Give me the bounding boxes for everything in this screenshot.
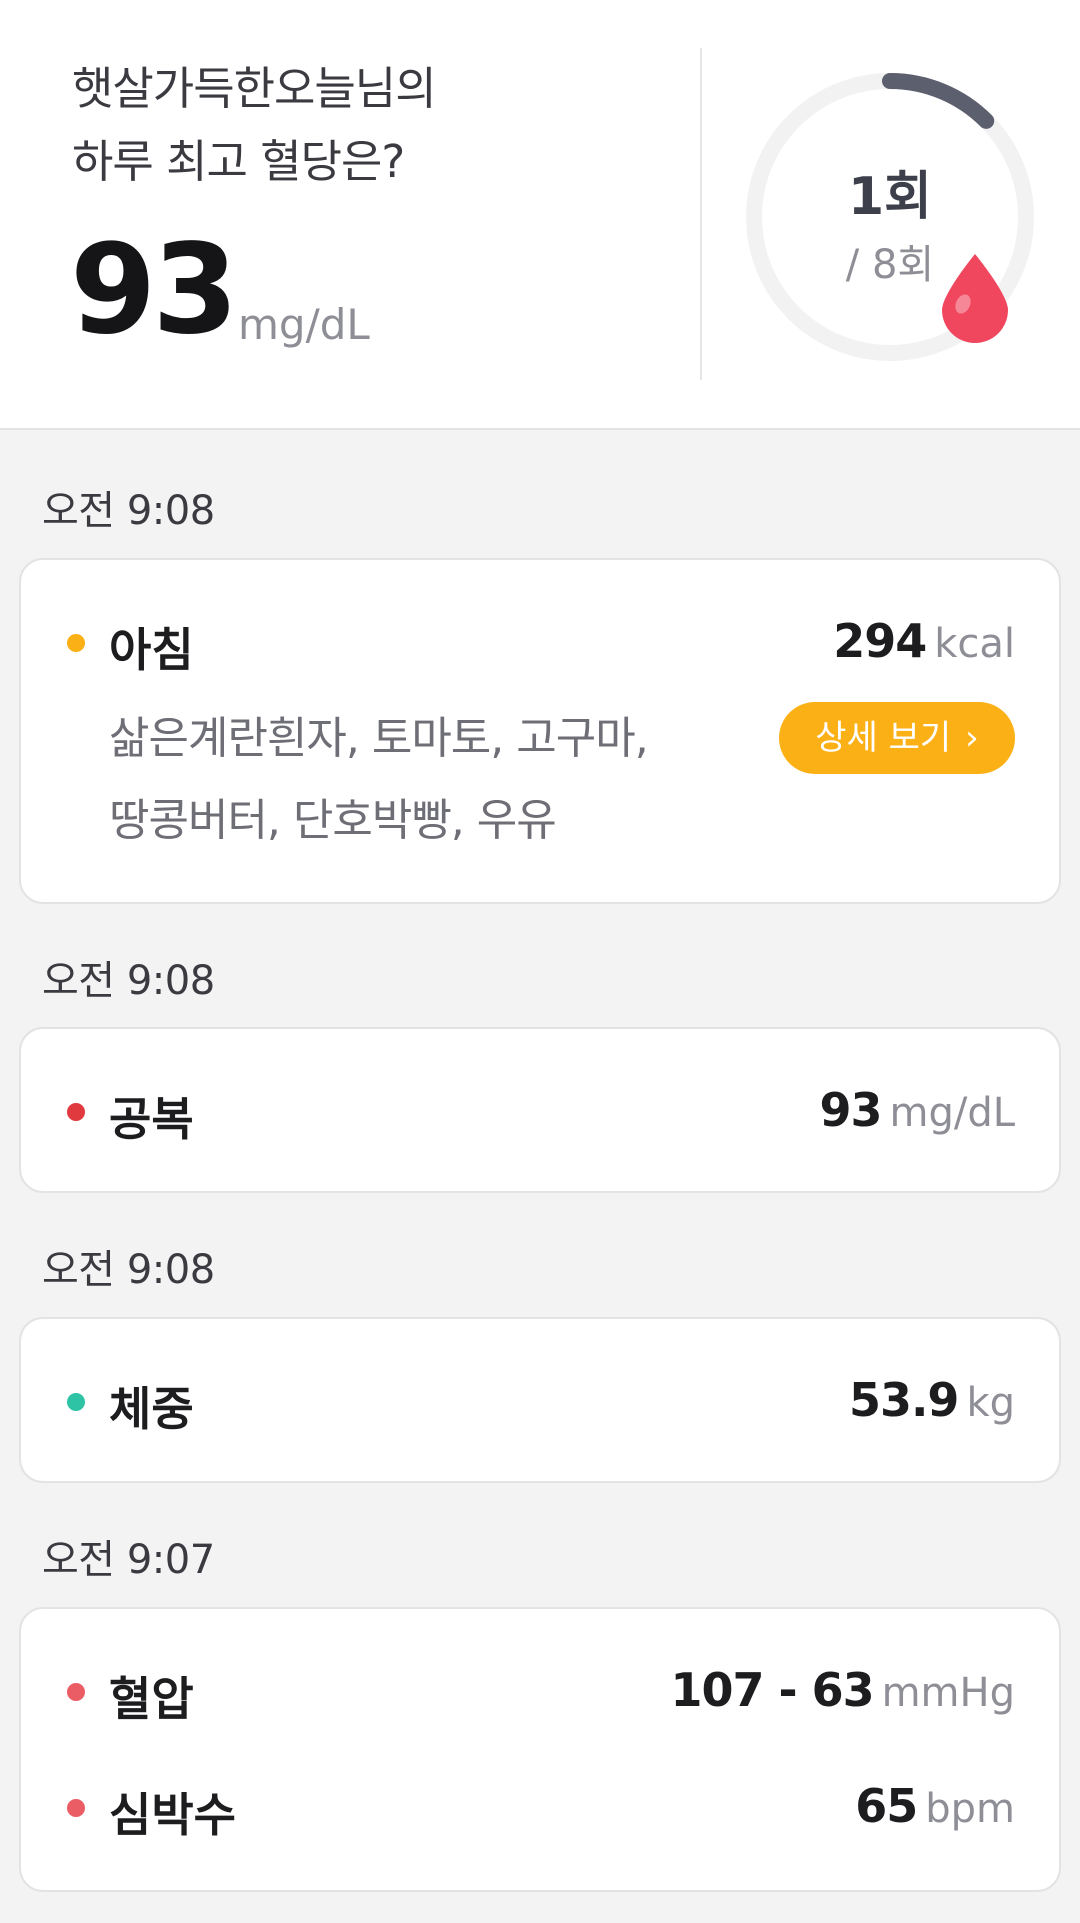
greeting-line-2: 하루 최고 혈당은? bbox=[72, 135, 405, 188]
glucose-dot bbox=[67, 1103, 85, 1121]
detail-view-button[interactable]: 상세 보기 › bbox=[779, 702, 1015, 774]
meal-title: 아침 bbox=[109, 623, 194, 677]
summary-greeting: 햇살가득한오늘님의 하루 최고 혈당은? bbox=[72, 52, 437, 198]
weight-reading: 53.9 kg bbox=[849, 1373, 1015, 1427]
vertical-divider bbox=[700, 48, 702, 380]
weight-value: 53.9 bbox=[848, 1373, 959, 1427]
weight-unit: kg bbox=[966, 1380, 1015, 1426]
meal-calories-unit: kcal bbox=[934, 621, 1015, 667]
meal-food-list: 삶은계란흰자, 토마토, 고구마, 땅콩버터, 단호박빵, 우유 bbox=[109, 698, 709, 862]
meal-food-line-1: 삶은계란흰자, 토마토, 고구마, bbox=[109, 713, 649, 764]
blood-drop-icon bbox=[938, 252, 1012, 344]
greeting-line-1: 햇살가득한오늘님의 bbox=[72, 62, 437, 115]
blood-pressure-reading: 107 - 63 mmHg bbox=[670, 1663, 1015, 1717]
weight-dot bbox=[67, 1393, 85, 1411]
blood-pressure-dot bbox=[67, 1683, 85, 1701]
glucose-reading: 93 mg/dL bbox=[819, 1083, 1015, 1137]
blood-pressure-unit: mmHg bbox=[881, 1670, 1015, 1716]
heart-rate-dot bbox=[67, 1799, 85, 1817]
meal-calories-value: 294 bbox=[833, 614, 927, 668]
vitals-card[interactable]: 혈압 107 - 63 mmHg 심박수 65 bpm bbox=[19, 1607, 1061, 1892]
glucose-summary: 햇살가득한오늘님의 하루 최고 혈당은? 93 mg/dL 1회 / 8회 bbox=[0, 0, 1080, 430]
meal-card[interactable]: 아침 294 kcal 삶은계란흰자, 토마토, 고구마, 땅콩버터, 단호박빵,… bbox=[19, 558, 1061, 904]
entry-time: 오전 9:08 bbox=[42, 1247, 215, 1293]
chevron-right-icon: › bbox=[965, 718, 979, 758]
entry-time: 오전 9:08 bbox=[42, 958, 215, 1004]
glucose-card[interactable]: 공복 93 mg/dL bbox=[19, 1027, 1061, 1193]
meal-dot bbox=[67, 634, 85, 652]
heart-rate-reading: 65 bpm bbox=[855, 1779, 1015, 1833]
detail-view-label: 상세 보기 bbox=[815, 718, 952, 758]
heart-rate-title: 심박수 bbox=[109, 1788, 236, 1842]
glucose-title: 공복 bbox=[109, 1092, 194, 1146]
meal-food-line-2: 땅콩버터, 단호박빵, 우유 bbox=[109, 795, 557, 846]
weight-title: 체중 bbox=[109, 1382, 194, 1436]
heart-rate-value: 65 bbox=[855, 1779, 918, 1833]
weight-card[interactable]: 체중 53.9 kg bbox=[19, 1317, 1061, 1483]
max-glucose-unit: mg/dL bbox=[238, 300, 370, 349]
max-glucose-value: 93 bbox=[70, 218, 239, 362]
blood-pressure-value: 107 - 63 bbox=[670, 1663, 874, 1717]
glucose-unit: mg/dL bbox=[889, 1090, 1015, 1136]
heart-rate-unit: bpm bbox=[925, 1786, 1015, 1832]
gauge-count: 1회 bbox=[847, 167, 933, 227]
entry-time: 오전 9:07 bbox=[42, 1537, 215, 1583]
meal-calories: 294 kcal bbox=[833, 614, 1015, 668]
entry-time: 오전 9:08 bbox=[42, 488, 215, 534]
blood-pressure-title: 혈압 bbox=[109, 1672, 194, 1726]
glucose-value: 93 bbox=[819, 1083, 882, 1137]
